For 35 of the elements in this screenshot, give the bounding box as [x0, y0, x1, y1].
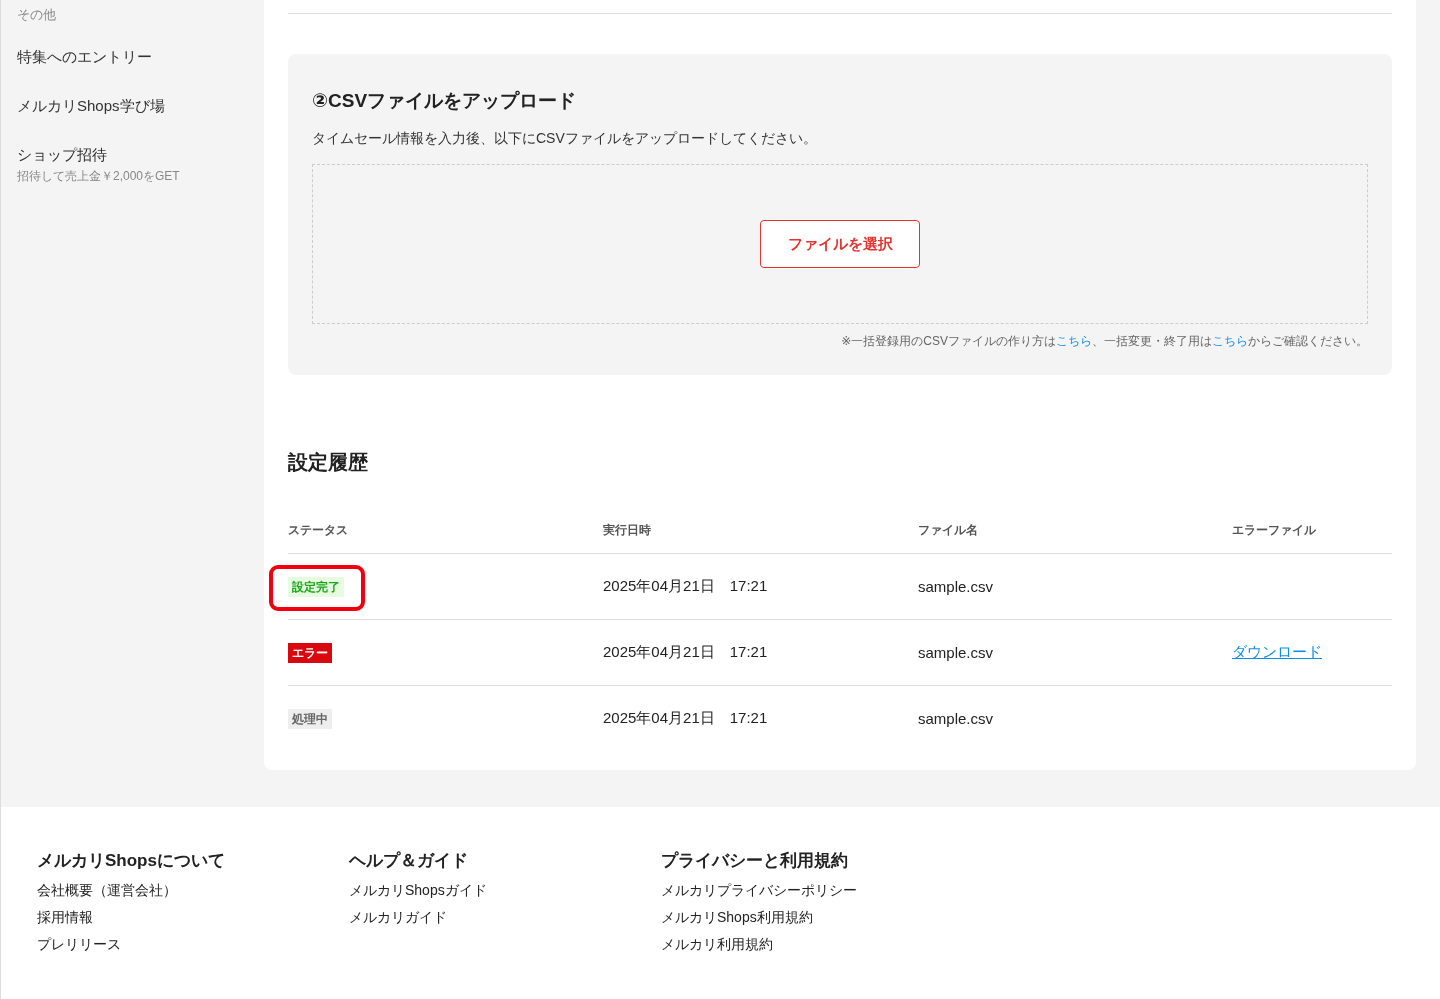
footer-link[interactable]: メルカリShops利用規約: [661, 909, 813, 927]
section-title: 設定履歴: [288, 450, 368, 475]
section-label: その他: [17, 6, 56, 24]
table-cell: 2025年04月21日 17:21: [603, 643, 768, 660]
footer-heading: メルカリShopsについて: [37, 850, 225, 872]
footer-heading: ヘルプ＆ガイド: [349, 850, 468, 872]
select-file-button[interactable]: ファイルを選択: [760, 220, 920, 268]
column-header: ファイル名: [918, 522, 979, 539]
description-text: タイムセール情報を入力後、以下にCSVファイルをアップロードしてください。: [312, 130, 818, 148]
status-badge: 処理中: [288, 709, 332, 729]
footer-link[interactable]: メルカリ利用規約: [661, 936, 773, 954]
footer-heading: プライバシーと利用規約: [661, 850, 848, 872]
table-cell: sample.csv: [918, 577, 994, 595]
table-cell: 2025年04月21日 17:21: [603, 709, 768, 726]
column-header: 実行日時: [603, 522, 652, 539]
sidebar-item[interactable]: メルカリShops学び場: [17, 97, 248, 116]
column-header: ステータス: [288, 522, 349, 539]
footer-link[interactable]: 採用情報: [37, 909, 93, 927]
footer-link[interactable]: メルカリガイド: [349, 909, 447, 927]
table-cell: sample.csv: [918, 643, 994, 661]
section-title: ②CSVファイルをアップロード: [312, 89, 578, 113]
footer-link[interactable]: 会社概要（運営会社）: [37, 882, 177, 900]
drop-zone[interactable]: ファイルを選択: [312, 164, 1368, 324]
note-text: ※一括登録用のCSVファイルの作り方はこちら、一括変更・終了用はこちらからご確認ください。: [840, 333, 1368, 350]
table-cell: sample.csv: [918, 709, 994, 727]
footer-link[interactable]: メルカリプライバシーポリシー: [661, 882, 857, 900]
sidebar-item[interactable]: 特集へのエントリー: [17, 48, 248, 67]
download-link[interactable]: ダウンロード: [1232, 643, 1322, 660]
status-badge: エラー: [288, 643, 332, 663]
sidebar-item[interactable]: ショップ招待 招待して売上金￥2,000をGET: [17, 146, 248, 185]
footer-link[interactable]: プレリリース: [37, 936, 121, 954]
column-header: エラーファイル: [1232, 522, 1317, 539]
footer-link[interactable]: メルカリShopsガイド: [349, 882, 487, 900]
status-badge: 設定完了: [288, 577, 344, 597]
table-cell: 2025年04月21日 17:21: [603, 577, 768, 594]
